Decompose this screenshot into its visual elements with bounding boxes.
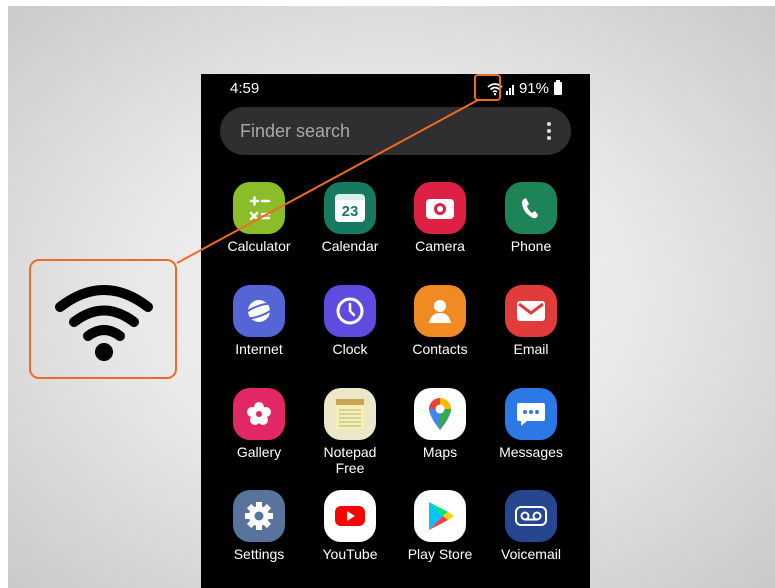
calculator-icon: [233, 182, 285, 234]
play-store-icon: [414, 490, 466, 542]
app-label: Phone: [510, 238, 552, 254]
slide-top-border: [0, 0, 775, 6]
gallery-icon: [233, 388, 285, 440]
app-label: YouTube: [322, 546, 378, 562]
app-camera[interactable]: Camera: [395, 182, 485, 254]
status-time: 4:59: [230, 80, 260, 97]
calendar-icon: 23: [324, 182, 376, 234]
app-play-store[interactable]: Play Store: [395, 490, 485, 562]
app-calendar[interactable]: 23 Calendar: [305, 182, 395, 254]
app-email[interactable]: Email: [486, 285, 576, 357]
app-label: Calculator: [227, 238, 291, 254]
app-label: Messages: [499, 444, 563, 460]
finder-search-bar[interactable]: Finder search: [220, 107, 571, 155]
notepad-icon: [324, 388, 376, 440]
battery-percent: 91%: [518, 80, 549, 97]
app-settings[interactable]: Settings: [214, 490, 304, 562]
app-label: Contacts: [412, 341, 468, 357]
clock-icon: [324, 285, 376, 337]
app-notepad-free[interactable]: Notepad Free: [305, 388, 395, 476]
wifi-status-highlight: [474, 74, 501, 101]
app-label: Calendar: [321, 238, 379, 254]
app-label: Camera: [415, 238, 465, 254]
app-clock[interactable]: Clock: [305, 285, 395, 357]
messages-icon: [505, 388, 557, 440]
battery-icon: [554, 80, 562, 95]
more-options-icon[interactable]: [547, 122, 551, 140]
app-label: Voicemail: [501, 546, 561, 562]
app-youtube[interactable]: YouTube: [305, 490, 395, 562]
app-label: Play Store: [407, 546, 473, 562]
app-messages[interactable]: Messages: [486, 388, 576, 460]
app-label: Email: [513, 341, 549, 357]
app-label: Internet: [235, 341, 283, 357]
app-contacts[interactable]: Contacts: [395, 285, 485, 357]
app-label: Settings: [233, 546, 285, 562]
signal-icon: [505, 84, 514, 95]
app-label: Clock: [332, 341, 368, 357]
app-maps[interactable]: Maps: [395, 388, 485, 460]
app-voicemail[interactable]: Voicemail: [486, 490, 576, 562]
slide-left-border: [0, 0, 8, 588]
app-label: Gallery: [236, 444, 282, 460]
contacts-icon: [414, 285, 466, 337]
voicemail-icon: [505, 490, 557, 542]
app-calculator[interactable]: Calculator: [214, 182, 304, 254]
app-label: Maps: [422, 444, 458, 460]
phone-screen: 4:59 91% Finder search Calculator 23 Cal…: [201, 74, 590, 588]
internet-icon: [233, 285, 285, 337]
app-internet[interactable]: Internet: [214, 285, 304, 357]
maps-icon: [414, 388, 466, 440]
search-placeholder: Finder search: [240, 121, 351, 141]
app-gallery[interactable]: Gallery: [214, 388, 304, 460]
email-icon: [505, 285, 557, 337]
app-label: Notepad Free: [323, 444, 377, 476]
wifi-callout-box: [29, 259, 177, 379]
app-phone[interactable]: Phone: [486, 182, 576, 254]
calendar-day: 23: [341, 202, 359, 220]
phone-icon: [505, 182, 557, 234]
settings-icon: [233, 490, 285, 542]
youtube-icon: [324, 490, 376, 542]
wifi-icon: [55, 285, 153, 361]
camera-icon: [414, 182, 466, 234]
